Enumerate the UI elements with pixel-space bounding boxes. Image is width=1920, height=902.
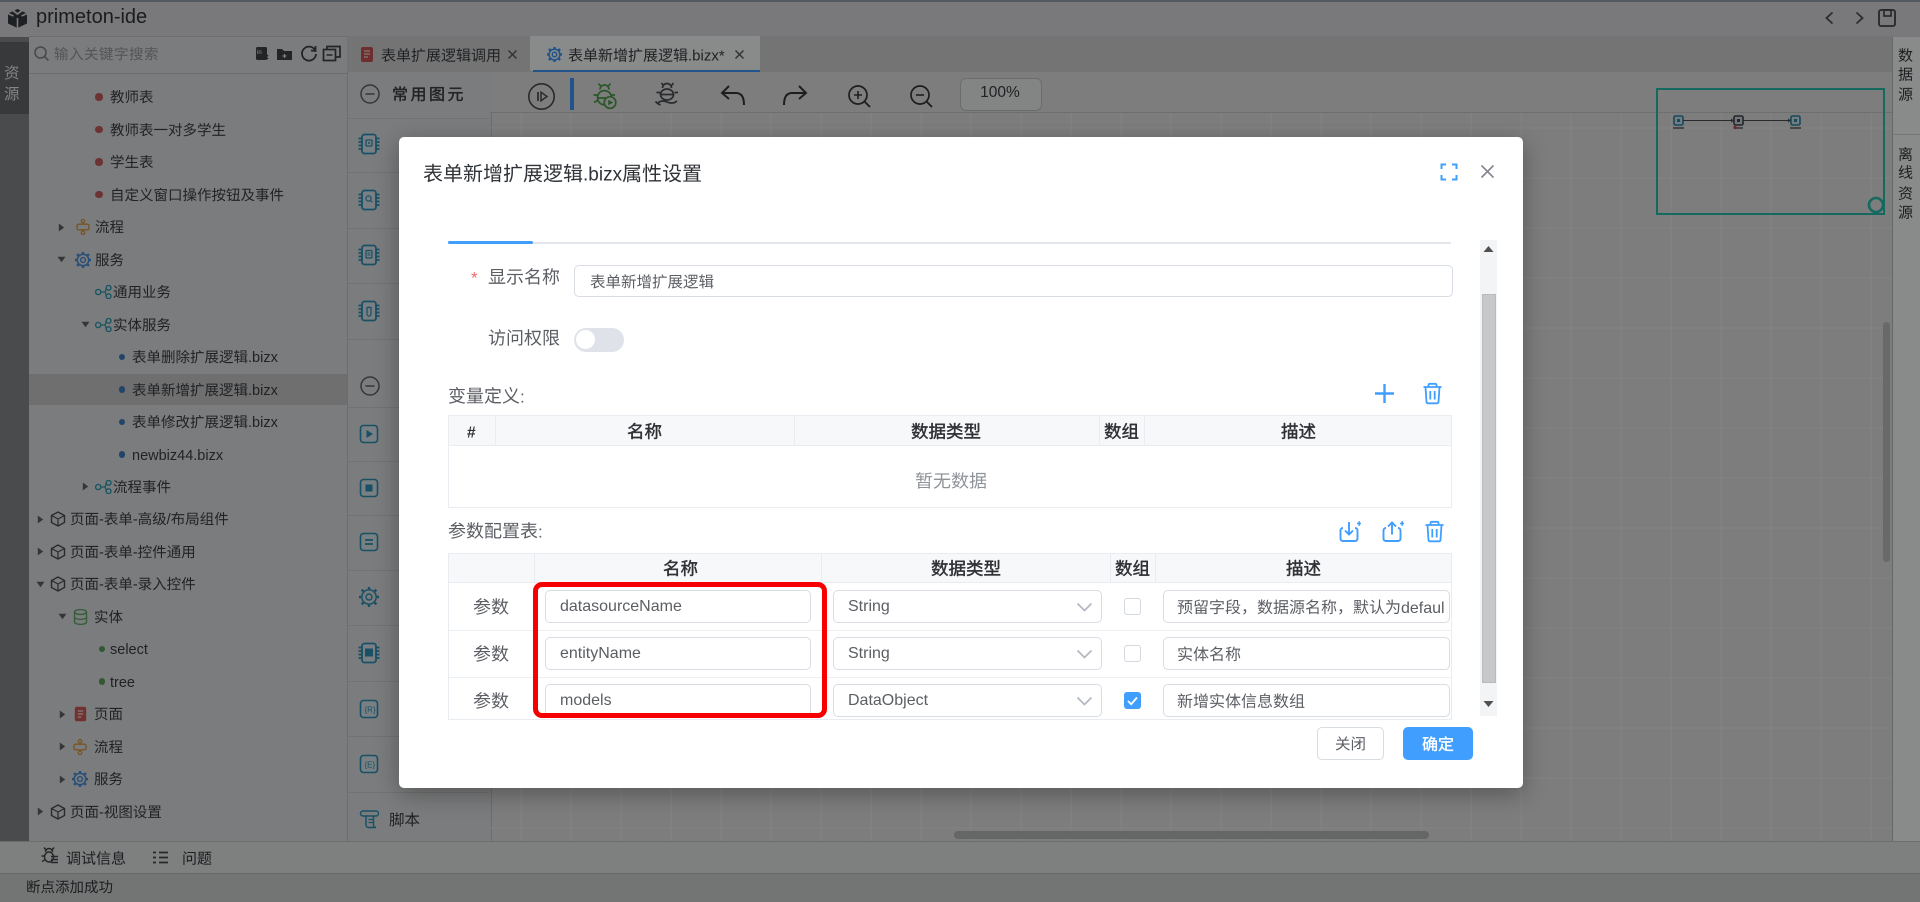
svg-text:*: *: [471, 269, 478, 288]
svg-text::: :: [520, 387, 525, 406]
svg-text:.bizx: .bizx: [583, 164, 623, 185]
svg-text::: :: [538, 522, 543, 541]
svg-text:defaul: defaul: [1401, 600, 1445, 617]
svg-text:#: #: [467, 424, 476, 441]
